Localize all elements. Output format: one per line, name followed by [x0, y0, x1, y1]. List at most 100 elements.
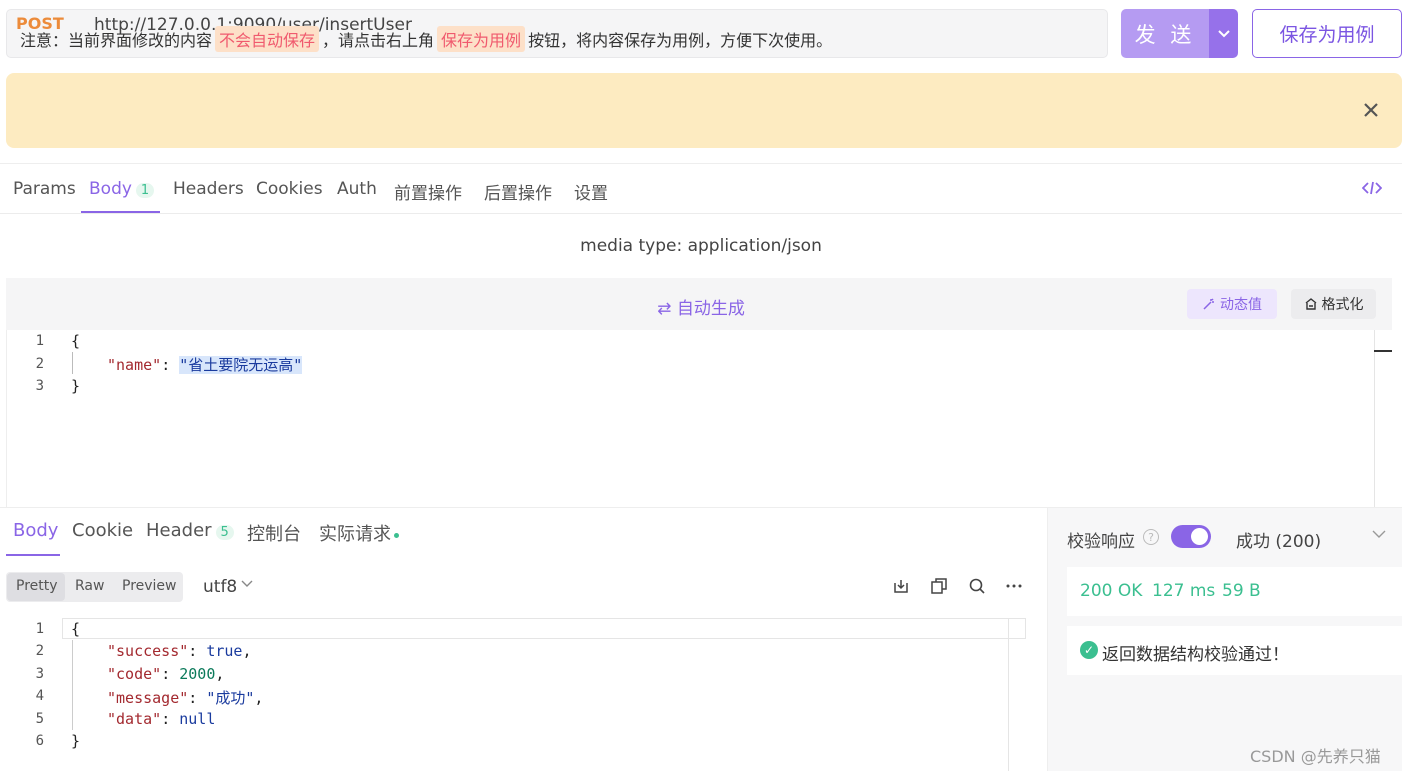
line-number: 1 — [35, 621, 44, 637]
code-brace: } — [71, 377, 81, 395]
notice-suffix: 按钮，将内容保存为用例，方便下次使用。 — [528, 31, 833, 50]
line-number: 1 — [35, 333, 44, 349]
download-icon[interactable] — [892, 577, 910, 595]
json-key: "code" — [107, 665, 162, 683]
chevron-down-icon — [241, 577, 253, 593]
indent-guide — [72, 352, 73, 374]
notice-highlight: 不会自动保存 — [215, 26, 320, 52]
editor-scrollbar[interactable] — [1374, 330, 1392, 507]
watermark: CSDN @先养只猫 — [1250, 747, 1381, 766]
line-number: 2 — [35, 643, 44, 659]
magic-wand-icon — [1203, 298, 1214, 310]
response-time: 127 ms — [1152, 581, 1216, 601]
active-tab-indicator — [6, 554, 60, 556]
chevron-down-icon[interactable] — [1372, 527, 1386, 545]
tab-cookies[interactable]: Cookies — [256, 179, 323, 199]
send-dropdown-button[interactable] — [1209, 9, 1238, 58]
tab-body[interactable]: Body 1 — [89, 179, 155, 199]
active-tab-indicator — [81, 211, 160, 213]
status-dot — [394, 532, 399, 538]
json-value: null — [179, 710, 216, 728]
resp-tab-cookie[interactable]: Cookie — [72, 520, 133, 541]
help-icon[interactable]: ? — [1143, 529, 1159, 545]
tab-body-label: Body — [89, 179, 132, 199]
code-line: "data": null — [107, 710, 216, 728]
tab-headers[interactable]: Headers — [173, 179, 244, 199]
editor-ruler — [1008, 618, 1009, 771]
tab-badge: 5 — [215, 525, 234, 540]
json-value: true — [206, 642, 243, 660]
resp-tab-actual-request[interactable]: 实际请求 — [319, 520, 399, 546]
json-colon: : — [161, 356, 180, 374]
status-code: 200 OK — [1080, 581, 1143, 601]
code-brace: { — [71, 332, 81, 350]
line-number: 3 — [35, 666, 44, 682]
notice-banner — [6, 73, 1402, 148]
json-comma: , — [215, 665, 225, 683]
validation-status: 成功 (200) — [1236, 532, 1322, 552]
tab-settings[interactable]: 设置 — [574, 179, 608, 204]
copy-icon[interactable] — [930, 577, 948, 595]
json-key: "data" — [107, 710, 162, 728]
code-line: "code": 2000, — [107, 665, 225, 683]
code-line: "message": "成功", — [107, 689, 264, 707]
tab-badge: 1 — [135, 183, 155, 198]
resp-tab-actual-label: 实际请求 — [319, 524, 391, 545]
json-value: "成功" — [206, 689, 255, 707]
notice-text: 注意：当前界面修改的内容 不会自动保存 ，请点击右上角 保存为用例 按钮，将内容… — [20, 26, 832, 52]
notice-prefix: 注意：当前界面修改的内容 — [20, 31, 213, 50]
json-comma: , — [254, 689, 264, 707]
current-line-highlight — [62, 618, 1026, 639]
tab-auth[interactable]: Auth — [337, 179, 377, 199]
close-icon[interactable] — [1360, 99, 1382, 121]
check-circle-icon: ✓ — [1080, 641, 1098, 659]
format-button[interactable]: 格式化 — [1291, 289, 1376, 319]
code-brace: { — [71, 620, 81, 638]
json-value: 2000 — [179, 665, 216, 683]
scrollbar-marker — [1374, 350, 1392, 352]
line-number: 5 — [35, 711, 44, 727]
dynamic-value-label: 动态值 — [1220, 297, 1262, 313]
notice-highlight: 保存为用例 — [437, 26, 526, 52]
resp-tab-header-label: Header — [146, 520, 212, 541]
tab-params[interactable]: Params — [13, 179, 76, 199]
send-button[interactable]: 发 送 — [1121, 9, 1209, 58]
toggle-knob — [1191, 528, 1208, 545]
search-icon[interactable] — [968, 577, 986, 595]
more-icon[interactable] — [1005, 577, 1023, 595]
json-comma: , — [242, 642, 252, 660]
indent-guide — [72, 640, 73, 730]
code-line: "success": true, — [107, 642, 252, 660]
validate-response-label: 校验响应 — [1067, 532, 1135, 552]
response-size: 59 B — [1222, 581, 1261, 601]
json-key: "name" — [107, 356, 162, 374]
notice-middle: ，请点击右上角 — [322, 31, 435, 50]
mode-pretty[interactable]: Pretty — [16, 578, 58, 594]
resp-tab-header[interactable]: Header 5 — [146, 520, 234, 541]
resp-tab-console[interactable]: 控制台 — [247, 520, 301, 546]
line-number: 2 — [35, 356, 44, 372]
code-icon[interactable] — [1361, 180, 1383, 200]
code-line: "name": "省土要院无运高" — [107, 354, 303, 375]
line-number: 4 — [35, 688, 44, 704]
line-number: 3 — [35, 378, 44, 394]
format-label: 格式化 — [1321, 297, 1364, 313]
mode-preview[interactable]: Preview — [122, 578, 177, 594]
media-type-label: media type: application/json — [580, 236, 822, 256]
json-value: "省土要院无运高" — [179, 356, 303, 374]
code-brace: } — [71, 732, 81, 750]
request-tabs: Params Body 1 Headers Cookies Auth 前置操作 后… — [0, 164, 1402, 214]
mode-raw[interactable]: Raw — [75, 578, 104, 594]
save-as-case-button[interactable]: 保存为用例 — [1252, 9, 1402, 58]
chevron-down-icon — [1217, 29, 1230, 37]
json-key: "message" — [107, 689, 189, 707]
format-icon — [1305, 298, 1316, 310]
dynamic-value-button[interactable]: 动态值 — [1187, 289, 1277, 319]
tab-post-actions[interactable]: 后置操作 — [484, 179, 552, 204]
encoding-select[interactable]: utf8 — [203, 577, 237, 597]
line-number: 6 — [35, 733, 44, 749]
resp-tab-body[interactable]: Body — [13, 520, 58, 541]
tab-pre-actions[interactable]: 前置操作 — [394, 179, 462, 204]
json-key: "success" — [107, 642, 189, 660]
validation-result-text: 返回数据结构校验通过！ — [1102, 645, 1289, 665]
